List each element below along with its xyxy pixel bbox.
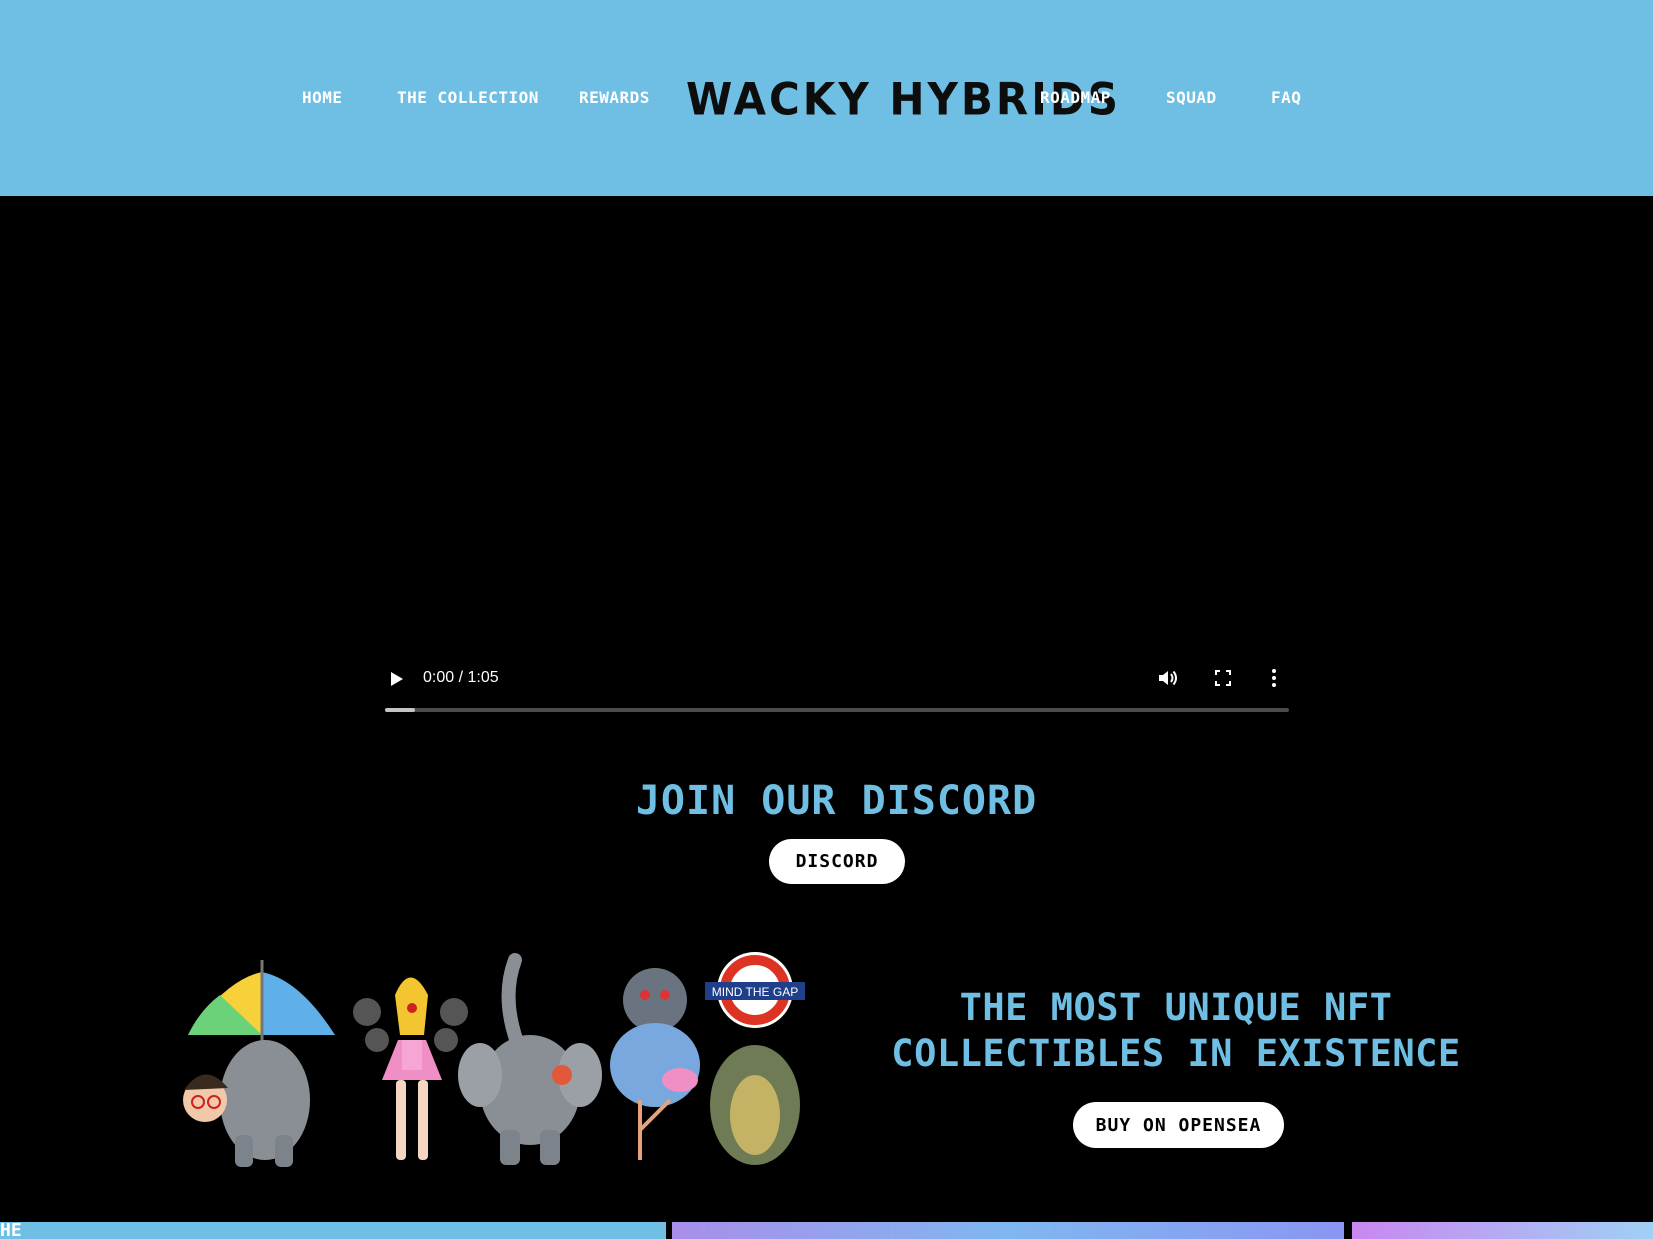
more-options-icon[interactable] xyxy=(1271,668,1277,688)
hybrid-characters-illustration: MIND THE GAP xyxy=(183,952,805,1167)
grey-elephant-character xyxy=(458,953,602,1165)
buy-on-opensea-button[interactable]: BUY ON OPENSEA xyxy=(1073,1102,1284,1148)
nav-faq[interactable]: FAQ xyxy=(1271,88,1301,107)
bottom-banner-1: HE xyxy=(0,1220,666,1239)
volume-icon[interactable] xyxy=(1157,668,1179,688)
nav-rewards[interactable]: REWARDS xyxy=(579,88,650,107)
bottom-banner-2 xyxy=(672,1222,1344,1239)
ballerina-character xyxy=(353,977,468,1160)
hero-tagline: THE MOST UNIQUE NFT COLLECTIBLES IN EXIS… xyxy=(866,985,1486,1077)
discord-heading: JOIN OUR DISCORD xyxy=(635,778,1038,824)
nav-the-collection[interactable]: THE COLLECTION xyxy=(397,88,539,107)
tagline-line-2: COLLECTIBLES IN EXISTENCE xyxy=(891,1032,1461,1075)
tagline-line-1: THE MOST UNIQUE NFT xyxy=(959,986,1393,1029)
site-logo[interactable]: WACKY HYBRIDS xyxy=(686,76,1118,123)
site-header: HOME THE COLLECTION REWARDS WACKY HYBRID… xyxy=(0,0,1653,196)
video-progress-bar[interactable] xyxy=(385,708,1289,712)
video-player[interactable] xyxy=(0,196,1653,736)
fullscreen-icon[interactable] xyxy=(1215,670,1231,686)
nav-home[interactable]: HOME xyxy=(302,88,343,107)
video-progress-fill xyxy=(385,708,415,712)
umbrella-elephant-character xyxy=(183,960,335,1167)
mind-the-gap-sign: MIND THE GAP xyxy=(712,985,798,999)
mind-the-gap-frog-character: MIND THE GAP xyxy=(705,952,805,1165)
play-icon[interactable] xyxy=(391,672,403,686)
nav-roadmap[interactable]: ROADMAP xyxy=(1040,88,1111,107)
discord-button[interactable]: DISCORD xyxy=(769,839,905,884)
video-time: 0:00 / 1:05 xyxy=(423,669,499,686)
gorilla-flamingo-character xyxy=(610,968,700,1160)
bottom-banner-3 xyxy=(1352,1222,1653,1239)
bottom-banner-text: HE xyxy=(0,1220,22,1239)
nav-squad[interactable]: SQUAD xyxy=(1166,88,1217,107)
video-controls: 0:00 / 1:05 xyxy=(385,660,1289,716)
